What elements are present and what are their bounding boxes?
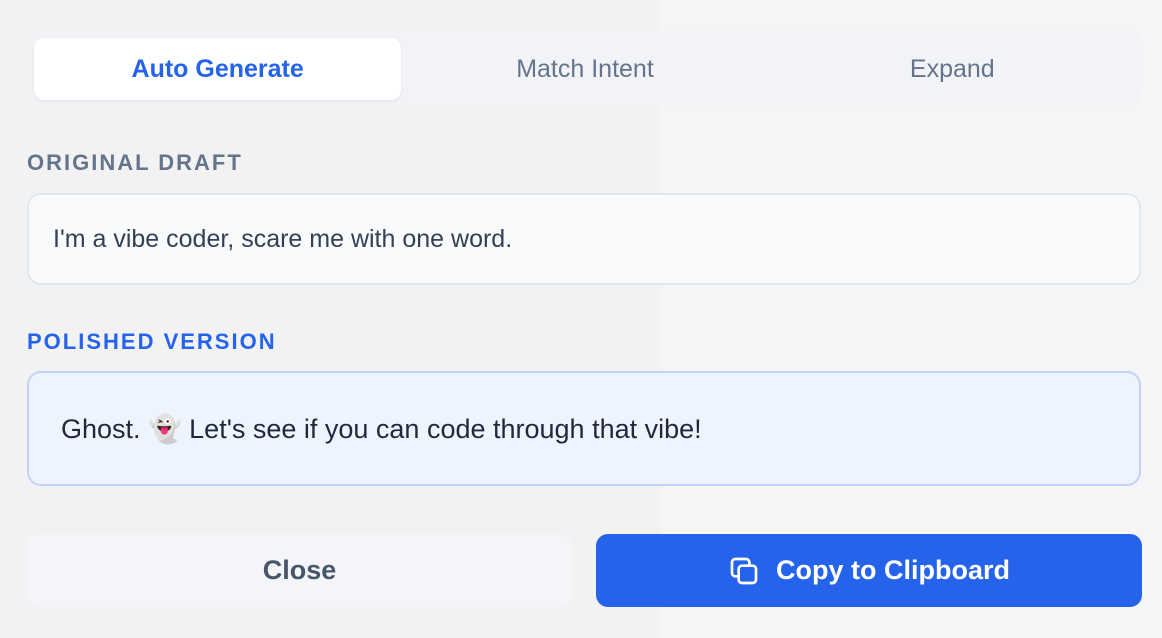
- close-button-label: Close: [262, 555, 337, 585]
- polished-version-box: Ghost. 👻 Let's see if you can code throu…: [27, 371, 1141, 486]
- tab-auto-generate[interactable]: Auto Generate: [34, 38, 402, 100]
- tab-expand[interactable]: Expand: [769, 38, 1136, 100]
- copy-icon: [728, 555, 760, 587]
- original-draft-text: I'm a vibe coder, scare me with one word…: [53, 224, 513, 253]
- copy-button-label: Copy to Clipboard: [776, 555, 1010, 585]
- original-draft-label: ORIGINAL DRAFT: [27, 150, 243, 175]
- polished-version-text: Ghost. 👻 Let's see if you can code throu…: [61, 413, 702, 444]
- original-draft-box: I'm a vibe coder, scare me with one word…: [27, 193, 1141, 285]
- rewrite-panel: Auto Generate Match Intent Expand ORIGIN…: [0, 0, 1162, 638]
- tab-match-intent[interactable]: Match Intent: [401, 38, 768, 100]
- close-button[interactable]: Close: [27, 534, 572, 607]
- polished-version-label: POLISHED VERSION: [27, 329, 277, 354]
- mode-tabs: Auto Generate Match Intent Expand: [28, 30, 1142, 106]
- copy-to-clipboard-button[interactable]: Copy to Clipboard: [596, 534, 1142, 607]
